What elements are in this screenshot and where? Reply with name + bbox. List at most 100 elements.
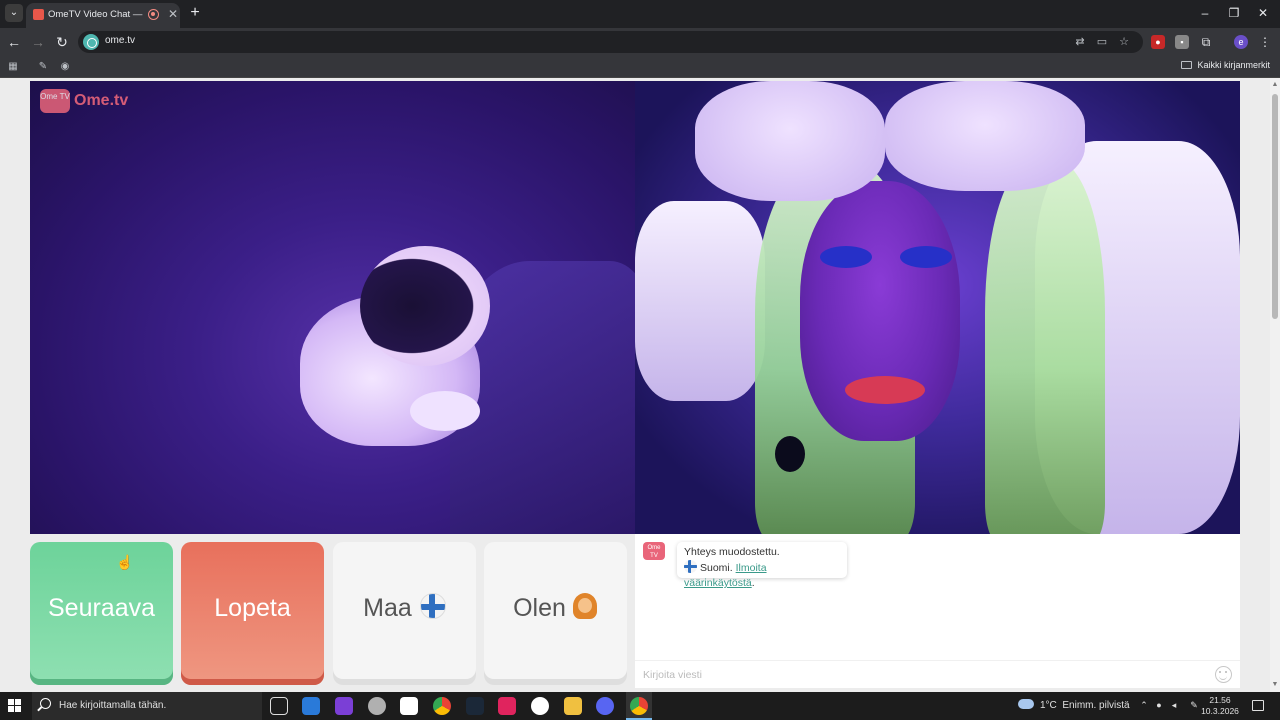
- maximize-button[interactable]: ❐: [1223, 4, 1245, 22]
- tab-title: OmeTV Video Chat — Ome: [48, 9, 144, 20]
- ometv-tv-icon: Ome TV: [40, 89, 70, 113]
- browser-toolbar: ← → ↻ ome.tv ⇄ ▭ ☆ ● ▪ ⧉ e ⋮: [0, 28, 1280, 56]
- windows-start-icon[interactable]: [8, 699, 22, 713]
- discord-icon[interactable]: [596, 697, 614, 715]
- page-scrollbar[interactable]: ▲ ▼: [1270, 78, 1280, 692]
- cat-paw-shape: [410, 391, 480, 431]
- weather-description: Enimm. pilvistä: [1062, 700, 1130, 711]
- steam-icon[interactable]: [466, 697, 484, 715]
- country-filter-button[interactable]: Maa: [333, 542, 476, 685]
- chat-input-row[interactable]: Kirjoita viesti: [635, 660, 1240, 688]
- reload-icon[interactable]: ↻: [53, 33, 71, 51]
- site-info-icon[interactable]: [83, 34, 99, 50]
- chrome-active-icon: [630, 697, 648, 715]
- file-explorer-icon[interactable]: [564, 697, 582, 715]
- weather-widget[interactable]: 1°C Enimm. pilvistä: [1018, 699, 1130, 711]
- taskbar-active-chrome[interactable]: [626, 692, 652, 720]
- browser-tabstrip: ⌄ OmeTV Video Chat — Ome ✕ + – ❐ ✕: [0, 0, 1280, 28]
- scrollbar-thumb[interactable]: [1272, 94, 1278, 319]
- country-name: Suomi.: [700, 562, 733, 574]
- install-app-icon[interactable]: ▭: [1095, 35, 1109, 49]
- next-button[interactable]: Seuraava: [30, 542, 173, 685]
- browser-menu-icon[interactable]: ⋮: [1258, 35, 1272, 49]
- microsoft-store-icon[interactable]: [302, 697, 320, 715]
- tab-ometv[interactable]: OmeTV Video Chat — Ome ✕: [26, 3, 180, 28]
- game-app-icon[interactable]: [368, 697, 386, 715]
- search-icon: [40, 698, 51, 709]
- ometv-page: Ome TV Ome.tv Seuraava Lopeta Maa Olen ☝…: [0, 78, 1280, 692]
- mouse-cursor-icon: ☝: [116, 554, 134, 570]
- report-suffix: .: [751, 577, 755, 589]
- bookmarks-bar: ▦ ✎ ◉ Kaikki kirjanmerkit: [0, 56, 1280, 78]
- taskbar-clock[interactable]: 21.56 10.3.2026: [1200, 695, 1240, 717]
- back-arrow-icon[interactable]: ←: [5, 33, 23, 51]
- stop-button[interactable]: Lopeta: [181, 542, 324, 685]
- bookmark-feather-icon[interactable]: ✎: [36, 60, 50, 74]
- taskbar-search[interactable]: Hae kirjoittamalla tähän.: [32, 692, 262, 720]
- chrome-icon[interactable]: [433, 697, 451, 715]
- connected-message: Yhteys muodostettu.: [684, 546, 780, 558]
- folder-icon: [1181, 61, 1193, 69]
- tab-close-icon[interactable]: ✕: [166, 7, 180, 21]
- temperature: 1°C: [1040, 700, 1057, 711]
- bookmark-star-icon[interactable]: ☆: [1117, 35, 1131, 49]
- cloudy-weather-icon: [1018, 699, 1034, 709]
- scroll-up-icon[interactable]: ▲: [1270, 80, 1280, 90]
- eye-right-shape: [900, 246, 952, 268]
- sleeve-left-shape: [635, 201, 765, 401]
- task-view-icon[interactable]: [270, 697, 288, 715]
- emoji-smiley-icon[interactable]: [1215, 666, 1232, 683]
- clock-time: 21.56: [1209, 695, 1231, 705]
- extension-red-icon[interactable]: ●: [1151, 35, 1165, 49]
- headset-mic-shape: [775, 436, 805, 472]
- profile-avatar[interactable]: e: [1234, 35, 1248, 49]
- pen-icon[interactable]: ✎: [1188, 699, 1200, 711]
- forward-arrow-icon[interactable]: →: [29, 33, 47, 51]
- system-message: Yhteys muodostettu. Suomi. Ilmoita vääri…: [677, 542, 847, 589]
- chat-panel: Ome TV Yhteys muodostettu. Suomi. Ilmoit…: [635, 534, 1240, 688]
- taskbar-search-input[interactable]: Hae kirjoittamalla tähän.: [59, 700, 166, 711]
- address-bar[interactable]: ome.tv ⇄ ▭ ☆: [78, 31, 1143, 53]
- new-tab-button[interactable]: +: [186, 4, 204, 22]
- eye-left-shape: [820, 246, 872, 268]
- all-bookmarks-label: Kaikki kirjanmerkit: [1197, 60, 1270, 70]
- gender-label: Olen: [513, 594, 566, 622]
- tray-chevron-icon[interactable]: ⌃: [1138, 699, 1150, 711]
- minimize-button[interactable]: –: [1194, 4, 1216, 22]
- microphone-icon[interactable]: ●: [1153, 699, 1165, 711]
- finland-flag-icon: [419, 593, 446, 619]
- recording-indicator-icon: [148, 9, 159, 20]
- hair-right-shape: [985, 161, 1105, 534]
- extensions-puzzle-icon[interactable]: ⧉: [1199, 35, 1213, 49]
- clock-date: 10.3.2026: [1201, 706, 1239, 716]
- obs-icon[interactable]: [531, 697, 549, 715]
- mouth-shape: [845, 376, 925, 404]
- ometv-favicon-icon: [33, 9, 44, 20]
- close-window-button[interactable]: ✕: [1252, 4, 1274, 22]
- ometv-chat-logo-icon: Ome TV: [643, 542, 665, 560]
- tiktok-icon[interactable]: [498, 697, 516, 715]
- finland-flag-small-icon: [684, 560, 697, 573]
- hand-right-shape: [885, 81, 1085, 191]
- bookmark-globe-icon[interactable]: ◉: [58, 60, 72, 74]
- media-app-icon[interactable]: [335, 697, 353, 715]
- chat-input[interactable]: Kirjoita viesti: [643, 669, 702, 681]
- all-bookmarks-button[interactable]: Kaikki kirjanmerkit: [1181, 60, 1270, 70]
- cat-head-shape: [360, 246, 490, 366]
- apps-grid-icon[interactable]: ▦: [6, 60, 20, 74]
- speaker-icon[interactable]: ◂: [1168, 699, 1180, 711]
- extension-grey-icon[interactable]: ▪: [1175, 35, 1189, 49]
- country-label: Maa: [363, 594, 412, 622]
- gender-button[interactable]: Olen: [484, 542, 627, 685]
- tab-search-icon[interactable]: ⌄: [5, 4, 23, 22]
- local-video: Ome TV Ome.tv: [30, 81, 635, 534]
- notification-center-icon[interactable]: [1252, 700, 1264, 711]
- hand-left-shape: [695, 81, 885, 201]
- capcut-icon[interactable]: [400, 697, 418, 715]
- translate-icon[interactable]: ⇄: [1073, 35, 1087, 49]
- ometv-logo-text: Ome.tv: [74, 92, 129, 109]
- woman-emoji-icon: [572, 593, 598, 619]
- scroll-down-icon[interactable]: ▼: [1270, 680, 1280, 690]
- url-text[interactable]: ome.tv: [105, 35, 135, 46]
- remote-video: [635, 81, 1240, 534]
